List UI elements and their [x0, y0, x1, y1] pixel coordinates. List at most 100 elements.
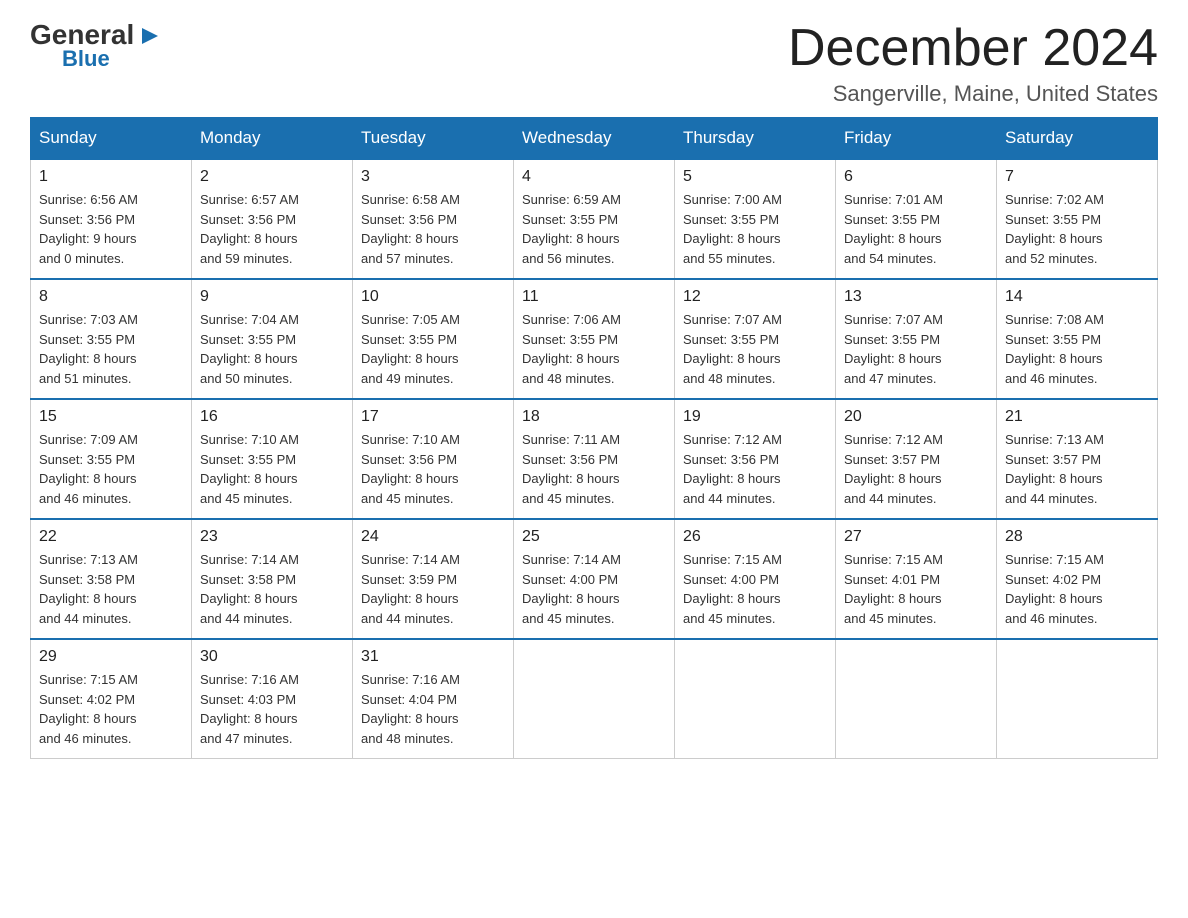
day-info: Sunrise: 7:00 AMSunset: 3:55 PMDaylight:…	[683, 190, 827, 268]
day-number: 28	[1005, 528, 1149, 546]
day-info: Sunrise: 7:09 AMSunset: 3:55 PMDaylight:…	[39, 430, 183, 508]
calendar-cell	[836, 639, 997, 759]
day-number: 11	[522, 288, 666, 306]
day-number: 22	[39, 528, 183, 546]
calendar-cell: 28Sunrise: 7:15 AMSunset: 4:02 PMDayligh…	[997, 519, 1158, 639]
calendar-cell: 19 Sunrise: 7:12 AMSunset: 3:56 PMDayligh…	[675, 399, 836, 519]
calendar-cell: 9Sunrise: 7:04 AMSunset: 3:55 PMDaylight…	[192, 279, 353, 399]
calendar-cell: 20 Sunrise: 7:12 AMSunset: 3:57 PMDayligh…	[836, 399, 997, 519]
day-info: Sunrise: 7:07 AMSunset: 3:55 PMDaylight:…	[844, 310, 988, 388]
day-number: 7	[1005, 168, 1149, 186]
day-info: Sunrise: 7:06 AMSunset: 3:55 PMDaylight:…	[522, 310, 666, 388]
calendar-cell: 17 Sunrise: 7:10 AMSunset: 3:56 PMDayligh…	[353, 399, 514, 519]
day-info: Sunrise: 6:59 AMSunset: 3:55 PMDaylight:…	[522, 190, 666, 268]
title-block: December 2024 Sangerville, Maine, United…	[788, 20, 1158, 107]
calendar-cell	[997, 639, 1158, 759]
day-number: 4	[522, 168, 666, 186]
day-number: 1	[39, 168, 183, 186]
calendar-cell: 18 Sunrise: 7:11 AMSunset: 3:56 PMDayligh…	[514, 399, 675, 519]
calendar-cell: 14Sunrise: 7:08 AMSunset: 3:55 PMDayligh…	[997, 279, 1158, 399]
calendar-week-3: 15 Sunrise: 7:09 AMSunset: 3:55 PMDayligh…	[31, 399, 1158, 519]
day-info: Sunrise: 7:16 AMSunset: 4:03 PMDaylight:…	[200, 670, 344, 748]
day-info: Sunrise: 6:58 AMSunset: 3:56 PMDaylight:…	[361, 190, 505, 268]
day-number: 15	[39, 408, 183, 426]
day-number: 13	[844, 288, 988, 306]
calendar-cell: 29Sunrise: 7:15 AMSunset: 4:02 PMDayligh…	[31, 639, 192, 759]
logo: General Blue	[30, 20, 164, 72]
day-number: 24	[361, 528, 505, 546]
calendar-cell: 1 Sunrise: 6:56 AMSunset: 3:56 PMDaylight…	[31, 159, 192, 279]
header-tuesday: Tuesday	[353, 118, 514, 160]
day-info: Sunrise: 7:10 AMSunset: 3:56 PMDaylight:…	[361, 430, 505, 508]
day-number: 5	[683, 168, 827, 186]
calendar-cell: 22 Sunrise: 7:13 AMSunset: 3:58 PMDayligh…	[31, 519, 192, 639]
calendar-week-4: 22 Sunrise: 7:13 AMSunset: 3:58 PMDayligh…	[31, 519, 1158, 639]
day-info: Sunrise: 7:08 AMSunset: 3:55 PMDaylight:…	[1005, 310, 1149, 388]
day-number: 26	[683, 528, 827, 546]
day-number: 18	[522, 408, 666, 426]
calendar-header-row: SundayMondayTuesdayWednesdayThursdayFrid…	[31, 118, 1158, 160]
calendar-cell: 24 Sunrise: 7:14 AMSunset: 3:59 PMDayligh…	[353, 519, 514, 639]
month-title: December 2024	[788, 20, 1158, 77]
calendar-cell	[514, 639, 675, 759]
header-wednesday: Wednesday	[514, 118, 675, 160]
calendar-cell: 23Sunrise: 7:14 AMSunset: 3:58 PMDayligh…	[192, 519, 353, 639]
header-friday: Friday	[836, 118, 997, 160]
calendar-cell: 7 Sunrise: 7:02 AMSunset: 3:55 PMDaylight…	[997, 159, 1158, 279]
calendar-cell: 26 Sunrise: 7:15 AMSunset: 4:00 PMDayligh…	[675, 519, 836, 639]
day-info: Sunrise: 7:16 AMSunset: 4:04 PMDaylight:…	[361, 670, 505, 748]
logo-blue-text: Blue	[62, 46, 110, 72]
calendar-cell: 8Sunrise: 7:03 AMSunset: 3:55 PMDaylight…	[31, 279, 192, 399]
calendar-cell: 6 Sunrise: 7:01 AMSunset: 3:55 PMDaylight…	[836, 159, 997, 279]
day-number: 9	[200, 288, 344, 306]
day-number: 20	[844, 408, 988, 426]
calendar-cell: 16Sunrise: 7:10 AMSunset: 3:55 PMDayligh…	[192, 399, 353, 519]
calendar-cell: 15 Sunrise: 7:09 AMSunset: 3:55 PMDayligh…	[31, 399, 192, 519]
day-info: Sunrise: 7:01 AMSunset: 3:55 PMDaylight:…	[844, 190, 988, 268]
day-info: Sunrise: 7:02 AMSunset: 3:55 PMDaylight:…	[1005, 190, 1149, 268]
day-number: 29	[39, 648, 183, 666]
calendar-cell: 3 Sunrise: 6:58 AMSunset: 3:56 PMDaylight…	[353, 159, 514, 279]
day-info: Sunrise: 7:12 AMSunset: 3:56 PMDaylight:…	[683, 430, 827, 508]
day-number: 30	[200, 648, 344, 666]
day-info: Sunrise: 7:12 AMSunset: 3:57 PMDaylight:…	[844, 430, 988, 508]
calendar-cell: 12Sunrise: 7:07 AMSunset: 3:55 PMDayligh…	[675, 279, 836, 399]
calendar-cell: 13 Sunrise: 7:07 AMSunset: 3:55 PMDayligh…	[836, 279, 997, 399]
day-info: Sunrise: 7:13 AMSunset: 3:58 PMDaylight:…	[39, 550, 183, 628]
calendar-week-5: 29Sunrise: 7:15 AMSunset: 4:02 PMDayligh…	[31, 639, 1158, 759]
calendar-header: SundayMondayTuesdayWednesdayThursdayFrid…	[31, 118, 1158, 160]
day-info: Sunrise: 7:15 AMSunset: 4:00 PMDaylight:…	[683, 550, 827, 628]
calendar-week-2: 8Sunrise: 7:03 AMSunset: 3:55 PMDaylight…	[31, 279, 1158, 399]
day-number: 2	[200, 168, 344, 186]
day-number: 31	[361, 648, 505, 666]
calendar-cell: 4 Sunrise: 6:59 AMSunset: 3:55 PMDaylight…	[514, 159, 675, 279]
header-sunday: Sunday	[31, 118, 192, 160]
day-info: Sunrise: 6:56 AMSunset: 3:56 PMDaylight:…	[39, 190, 183, 268]
day-info: Sunrise: 7:11 AMSunset: 3:56 PMDaylight:…	[522, 430, 666, 508]
day-number: 17	[361, 408, 505, 426]
logo-general-text: General	[30, 21, 134, 49]
day-info: Sunrise: 7:07 AMSunset: 3:55 PMDaylight:…	[683, 310, 827, 388]
day-info: Sunrise: 7:14 AMSunset: 3:59 PMDaylight:…	[361, 550, 505, 628]
day-info: Sunrise: 7:14 AMSunset: 4:00 PMDaylight:…	[522, 550, 666, 628]
day-number: 6	[844, 168, 988, 186]
location: Sangerville, Maine, United States	[788, 81, 1158, 107]
day-info: Sunrise: 6:57 AMSunset: 3:56 PMDaylight:…	[200, 190, 344, 268]
day-number: 3	[361, 168, 505, 186]
logo-arrow-icon	[136, 22, 164, 50]
day-info: Sunrise: 7:14 AMSunset: 3:58 PMDaylight:…	[200, 550, 344, 628]
day-info: Sunrise: 7:05 AMSunset: 3:55 PMDaylight:…	[361, 310, 505, 388]
header-monday: Monday	[192, 118, 353, 160]
day-info: Sunrise: 7:13 AMSunset: 3:57 PMDaylight:…	[1005, 430, 1149, 508]
day-number: 25	[522, 528, 666, 546]
day-number: 19	[683, 408, 827, 426]
calendar-cell: 21 Sunrise: 7:13 AMSunset: 3:57 PMDayligh…	[997, 399, 1158, 519]
day-info: Sunrise: 7:03 AMSunset: 3:55 PMDaylight:…	[39, 310, 183, 388]
calendar-cell: 25 Sunrise: 7:14 AMSunset: 4:00 PMDayligh…	[514, 519, 675, 639]
calendar-cell	[675, 639, 836, 759]
calendar-cell: 10Sunrise: 7:05 AMSunset: 3:55 PMDayligh…	[353, 279, 514, 399]
day-number: 21	[1005, 408, 1149, 426]
calendar-cell: 2 Sunrise: 6:57 AMSunset: 3:56 PMDaylight…	[192, 159, 353, 279]
header-thursday: Thursday	[675, 118, 836, 160]
day-info: Sunrise: 7:15 AMSunset: 4:01 PMDaylight:…	[844, 550, 988, 628]
